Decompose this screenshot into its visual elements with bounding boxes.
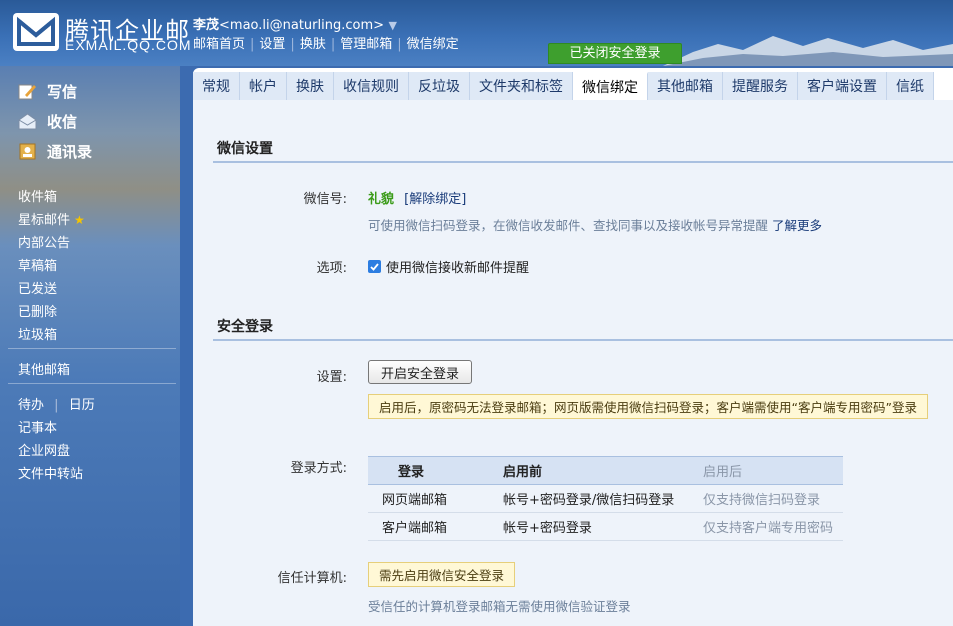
folder-starred-label: 星标邮件 [18, 213, 71, 228]
user-email: <mao.li@naturling.com> [219, 18, 385, 33]
enterprise-disk-link[interactable]: 企业网盘 [18, 440, 70, 459]
mail-envelope-icon [13, 13, 59, 51]
divider: | [250, 37, 255, 52]
divider: | [330, 37, 336, 52]
folder-deleted[interactable]: 已删除 [18, 301, 57, 320]
link-mail-home[interactable]: 邮箱首页 [193, 37, 245, 52]
brand-name-en: EXMAIL.QQ.COM [65, 37, 192, 53]
link-wechat-binding[interactable]: 微信绑定 [407, 37, 459, 52]
contacts-icon [18, 143, 37, 160]
folder-spam[interactable]: 垃圾箱 [18, 324, 57, 343]
compose-label: 写信 [47, 82, 78, 101]
settings-content: 微信设置 微信号: 礼貌 [解除绑定] 可使用微信扫码登录，在微信收发邮件、查找… [193, 100, 953, 626]
sidebar-divider [8, 348, 176, 349]
settings-tabs: 常规 帐户 换肤 收信规则 反垃圾 文件夹和标签 微信绑定 其他邮箱 提醒服务 … [193, 72, 934, 100]
tab-reminders[interactable]: 提醒服务 [723, 72, 798, 100]
other-mailboxes-link[interactable]: 其他邮箱 [18, 359, 70, 378]
unbind-wechat-link[interactable]: [解除绑定] [404, 192, 466, 207]
contacts-button[interactable]: 通讯录 [18, 140, 92, 162]
wechat-notify-label: 使用微信接收新邮件提醒 [386, 261, 530, 276]
tab-mail-rules[interactable]: 收信规则 [334, 72, 409, 100]
calendar-link[interactable]: 日历 [69, 398, 95, 413]
table-cell: 网页端邮箱 [368, 484, 503, 513]
sidebar-divider [8, 383, 176, 384]
col-login: 登录 [368, 456, 503, 485]
tab-skin[interactable]: 换肤 [287, 72, 334, 100]
folder-drafts[interactable]: 草稿箱 [18, 255, 57, 274]
folder-inbox[interactable]: 收件箱 [18, 186, 57, 205]
divider: | [290, 37, 295, 52]
wechat-account-label: 微信号: [303, 192, 347, 207]
link-skin[interactable]: 换肤 [300, 37, 326, 52]
login-method-label: 登录方式: [290, 461, 347, 476]
brand-logo[interactable]: 腾讯企业邮 EXMAIL.QQ.COM [13, 13, 191, 53]
wechat-notify-option[interactable]: 使用微信接收新邮件提醒 [368, 257, 529, 276]
contacts-label: 通讯录 [47, 142, 93, 161]
folder-sent[interactable]: 已发送 [18, 278, 57, 297]
todo-link[interactable]: 待办 [18, 398, 44, 413]
trusted-computer-notice: 需先启用微信安全登录 [368, 562, 516, 587]
security-section-title: 安全登录 [217, 319, 273, 335]
wechat-account-name: 礼貌 [368, 192, 395, 207]
user-name: 李茂 [193, 18, 220, 33]
checkbox-checked-icon[interactable] [368, 260, 381, 273]
table-cell: 帐号+密码登录 [503, 512, 703, 541]
secure-login-status-badge[interactable]: 已关闭安全登录 [548, 43, 682, 64]
divider: | [397, 37, 402, 52]
col-before: 启用前 [503, 456, 703, 485]
chevron-down-icon[interactable]: ▼ [389, 19, 397, 32]
tools-row: 待办 | 日历 [18, 394, 95, 413]
option-label: 选项: [316, 261, 347, 276]
trusted-computer-label: 信任计算机: [277, 571, 347, 586]
trusted-computer-hint: 受信任的计算机登录邮箱无需使用微信验证登录 [368, 599, 631, 614]
tab-account[interactable]: 帐户 [240, 72, 287, 100]
security-setting-label: 设置: [316, 370, 347, 385]
inbox-button[interactable]: 收信 [18, 110, 77, 132]
table-row: 网页端邮箱 帐号+密码登录/微信扫码登录 仅支持微信扫码登录 [368, 484, 843, 513]
wechat-hint-text: 可使用微信扫码登录，在微信收发邮件、查找同事以及接收帐号异常提醒 [368, 218, 769, 233]
table-cell: 客户端邮箱 [368, 512, 503, 541]
star-icon: ★ [74, 213, 85, 227]
enable-secure-login-button[interactable]: 开启安全登录 [368, 360, 473, 384]
tab-anti-spam[interactable]: 反垃圾 [409, 72, 470, 100]
tab-stationery[interactable]: 信纸 [887, 72, 934, 100]
tab-general[interactable]: 常规 [193, 72, 240, 100]
top-nav-links: 邮箱首页 | 设置 | 换肤 | 管理邮箱 | 微信绑定 [193, 33, 459, 52]
wechat-account-row: 礼貌 [解除绑定] [368, 188, 466, 207]
inbox-label: 收信 [47, 112, 78, 131]
secure-login-warning: 启用后，原密码无法登录邮箱；网页版需使用微信扫码登录；客户端需使用“客户端专用密… [368, 394, 928, 419]
inbox-icon [18, 112, 37, 130]
account-switcher[interactable]: 李茂<mao.li@naturling.com> ▼ [193, 14, 397, 33]
table-cell: 帐号+密码登录/微信扫码登录 [503, 484, 703, 513]
compose-button[interactable]: 写信 [18, 80, 77, 102]
sidebar: 写信 收信 通讯录 收件箱 星标邮件 ★ 内部公告 草稿箱 已发送 已删除 垃圾箱… [0, 66, 180, 626]
file-transfer-link[interactable]: 文件中转站 [18, 463, 83, 482]
tab-folders-labels[interactable]: 文件夹和标签 [470, 72, 573, 100]
folder-announcements[interactable]: 内部公告 [18, 232, 70, 251]
divider: | [54, 398, 59, 413]
tab-other-mailboxes[interactable]: 其他邮箱 [648, 72, 723, 100]
link-manage-mailbox[interactable]: 管理邮箱 [340, 37, 392, 52]
mountain-banner [663, 36, 953, 66]
tab-client-settings[interactable]: 客户端设置 [798, 72, 887, 100]
table-cell: 仅支持微信扫码登录 [703, 484, 843, 513]
wechat-hint: 可使用微信扫码登录，在微信收发邮件、查找同事以及接收帐号异常提醒 了解更多 [368, 215, 822, 234]
col-after: 启用后 [703, 456, 843, 485]
tab-wechat-binding[interactable]: 微信绑定 [573, 72, 648, 100]
compose-icon [18, 83, 37, 100]
table-row: 客户端邮箱 帐号+密码登录 仅支持客户端专用密码 [368, 512, 843, 541]
folder-starred[interactable]: 星标邮件 ★ [18, 209, 85, 228]
section-divider [213, 161, 953, 163]
table-cell: 仅支持客户端专用密码 [703, 512, 843, 541]
learn-more-link[interactable]: 了解更多 [772, 218, 822, 233]
section-divider [213, 339, 953, 341]
table-header-row: 登录 启用前 启用后 [368, 456, 843, 485]
login-method-table: 登录 启用前 启用后 网页端邮箱 帐号+密码登录/微信扫码登录 仅支持微信扫码登… [368, 456, 843, 541]
wechat-section-title: 微信设置 [217, 141, 273, 157]
link-settings[interactable]: 设置 [259, 37, 285, 52]
notes-link[interactable]: 记事本 [18, 417, 57, 436]
